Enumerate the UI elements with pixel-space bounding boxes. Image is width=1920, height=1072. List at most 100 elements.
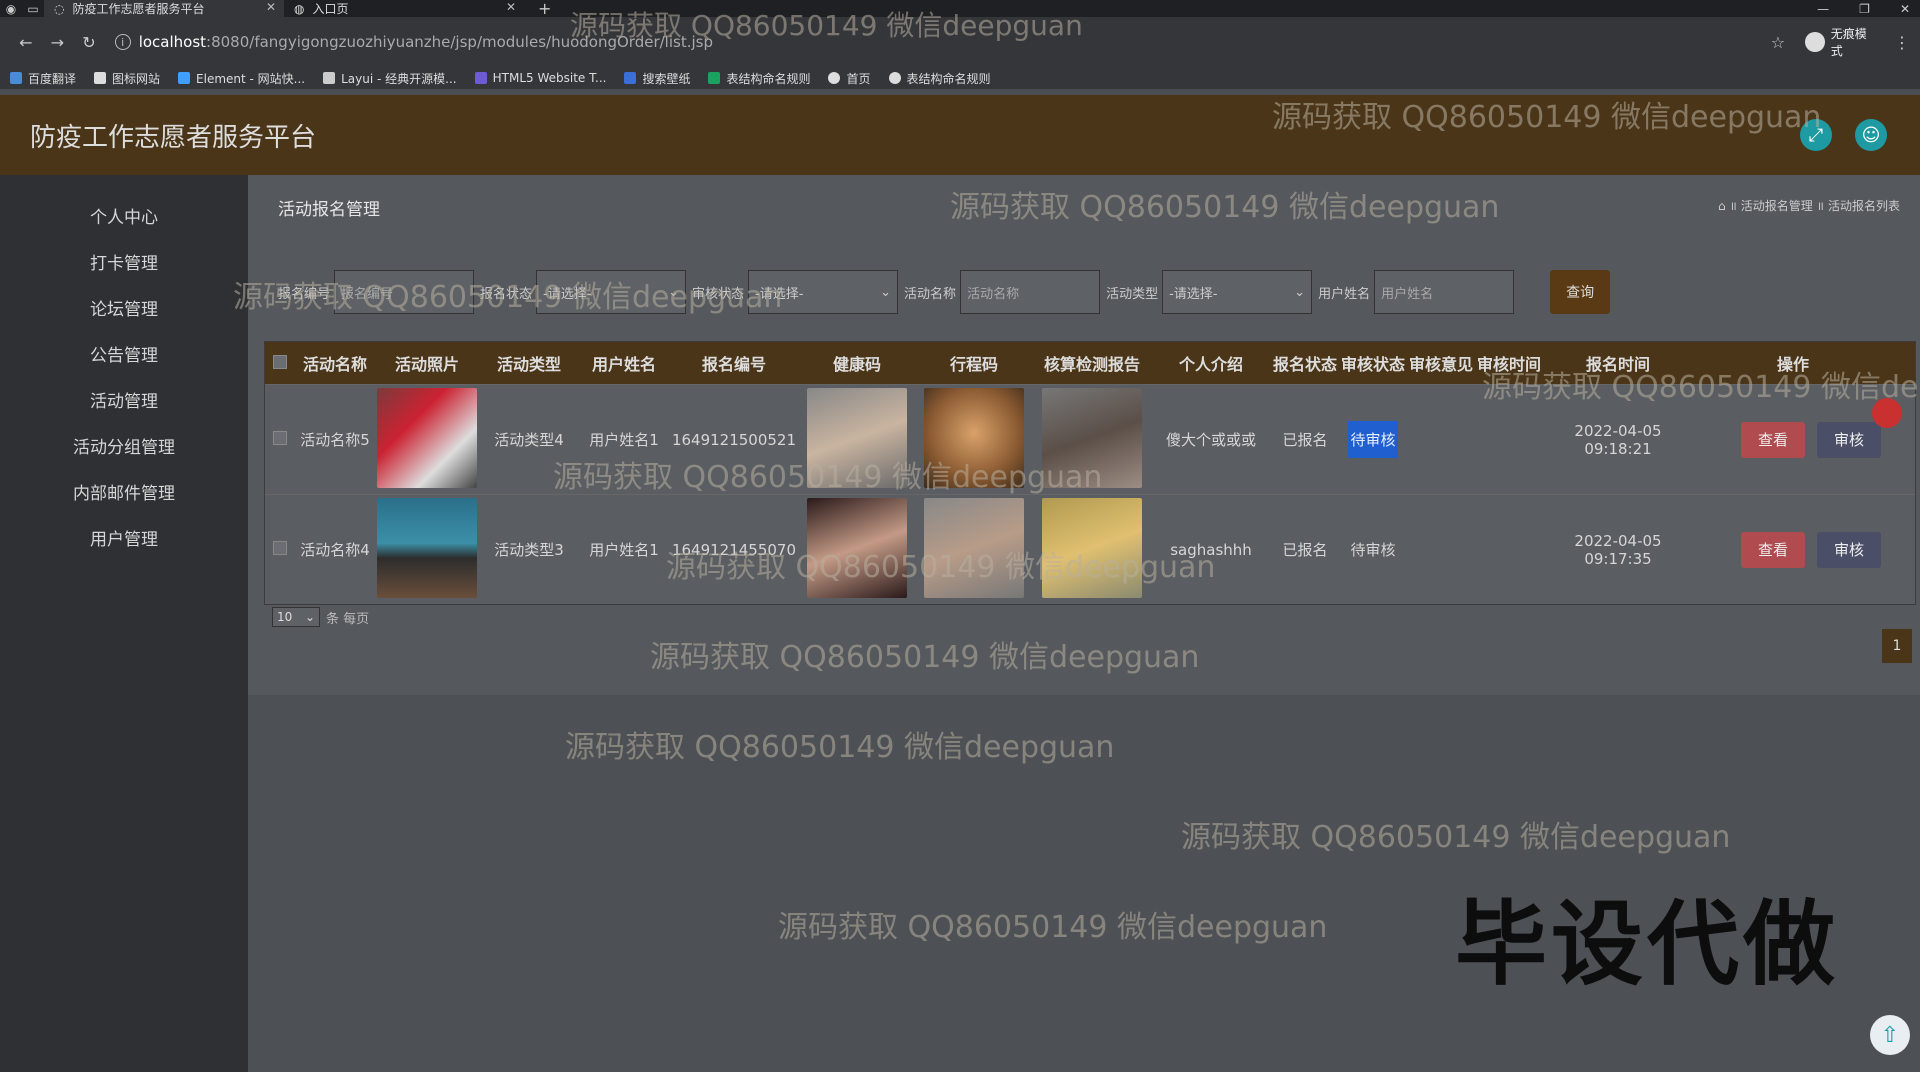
row-checkbox[interactable]	[273, 430, 287, 445]
bookmark-item[interactable]: 表结构命名规则	[708, 70, 810, 87]
sidebar-item-internal-mail[interactable]: 内部邮件管理	[0, 471, 248, 517]
activity-type-select[interactable]: -请选择- ⌄	[1162, 270, 1313, 314]
minimize-icon[interactable]: —	[1817, 2, 1829, 16]
close-tab-icon[interactable]: ✕	[506, 0, 516, 14]
query-button[interactable]: 查询	[1550, 270, 1611, 314]
bookmark-star-icon[interactable]: ☆	[1771, 33, 1785, 52]
page-title: 活动报名管理	[278, 200, 380, 220]
sidebar-item-notice[interactable]: 公告管理	[0, 333, 248, 379]
pagination-size: 10 ⌄ 条 每页	[272, 607, 369, 627]
sidebar-item-activity[interactable]: 活动管理	[0, 379, 248, 425]
sidebar-item-forum[interactable]: 论坛管理	[0, 287, 248, 333]
browser-menu-icon[interactable]: ◉	[0, 0, 22, 17]
bookmark-item[interactable]: Layui - 经典开源模...	[323, 70, 457, 87]
site-info-icon[interactable]: i	[114, 34, 131, 50]
breadcrumb: ⌂ ॥ 活动报名管理 ॥ 活动报名列表	[1717, 197, 1900, 214]
tab-title: 入口页	[312, 2, 349, 16]
translate-icon	[10, 72, 22, 84]
signup-time: 2022-04-05 09:18:21	[1574, 421, 1662, 458]
view-button[interactable]: 查看	[1741, 531, 1805, 568]
user-avatar-icon[interactable]: ☺	[1855, 119, 1887, 151]
url-host: localhost	[138, 33, 207, 51]
signup-time: 2022-04-05 09:17:35	[1574, 531, 1662, 568]
sidebar: 个人中心 打卡管理 论坛管理 公告管理 活动管理 活动分组管理 内部邮件管理 用…	[0, 175, 248, 1072]
activity-type: 活动类型3	[494, 541, 564, 559]
new-tab-icon[interactable]: +	[524, 0, 565, 18]
forward-icon[interactable]: →	[42, 33, 74, 52]
col-order-no: 报名编号	[701, 355, 766, 374]
watermark-text: 源码获取 QQ86050149 微信deepguan	[233, 280, 783, 315]
activity-photo[interactable]	[377, 387, 477, 488]
globe-icon	[888, 72, 901, 84]
wallpaper-icon	[624, 72, 637, 84]
activity-type: 活动类型4	[494, 431, 564, 449]
user-name-input[interactable]: 用户姓名	[1374, 270, 1515, 314]
col-user-name: 用户姓名	[591, 355, 656, 374]
watermark-text: 源码获取 QQ86050149 微信deepguan	[1181, 820, 1731, 855]
promo-text: 毕设代做	[1455, 891, 1840, 998]
watermark-text: 源码获取 QQ86050149 微信deepguan	[553, 460, 1103, 495]
close-window-icon[interactable]: ✕	[1900, 2, 1910, 16]
order-no: 1649121500521	[671, 430, 797, 449]
signup-status: 已报名	[1282, 431, 1328, 449]
sidebar-item-users[interactable]: 用户管理	[0, 517, 248, 563]
bookmark-item[interactable]: 百度翻译	[10, 70, 76, 87]
incognito-icon	[1805, 32, 1825, 52]
bookmark-item[interactable]: HTML5 Website T...	[474, 71, 606, 85]
page-size-select[interactable]: 10 ⌄	[272, 607, 320, 627]
col-audit-status: 审核状态	[1340, 355, 1405, 374]
back-icon[interactable]: ←	[10, 33, 42, 52]
watermark-text: 源码获取 QQ86050149 微信deepguan	[950, 190, 1500, 225]
browser-tab-active[interactable]: ◌ 防疫工作志愿者服务平台 ✕	[44, 0, 284, 17]
bookmark-item[interactable]: 图标网站	[94, 70, 160, 87]
col-test-report: 核算检测报告	[1043, 355, 1140, 374]
reload-icon[interactable]: ↻	[73, 33, 105, 52]
view-button[interactable]: 查看	[1741, 421, 1805, 458]
audit-button[interactable]: 审核	[1817, 531, 1881, 568]
breadcrumb-item[interactable]: 活动报名管理	[1741, 197, 1813, 214]
browser-tab[interactable]: ◍ 入口页 ✕	[284, 0, 524, 17]
scroll-to-top-icon[interactable]: ⇧	[1870, 1015, 1910, 1055]
home-icon[interactable]: ⌂	[1718, 199, 1726, 213]
sidebar-item-personal-center[interactable]: 个人中心	[0, 195, 248, 241]
sidebar-item-activity-group[interactable]: 活动分组管理	[0, 425, 248, 471]
bookmark-item[interactable]: 搜索壁纸	[624, 70, 690, 87]
user-name: 用户姓名1	[589, 431, 659, 449]
audit-status: 待审核	[1350, 541, 1396, 559]
watermark-text: 源码获取 QQ86050149 微信deepguan	[1272, 100, 1822, 135]
page-number-button[interactable]: 1	[1882, 629, 1912, 663]
col-trip-code: 行程码	[949, 355, 998, 374]
select-all-checkbox[interactable]	[273, 354, 287, 369]
tab-favicon-icon: ◌	[54, 1, 65, 16]
chevron-down-icon: ⌄	[880, 284, 892, 300]
bookmarks-bar: 百度翻译 图标网站 Element - 网站快... Layui - 经典开源模…	[0, 67, 1920, 89]
more-menu-icon[interactable]: ⋮	[1894, 33, 1910, 52]
watermark-text: 源码获取 QQ86050149 微信deepguan	[666, 550, 1216, 585]
tab-search-icon[interactable]: ▭	[22, 0, 44, 17]
signup-status: 已报名	[1282, 541, 1328, 559]
html5-icon	[474, 72, 487, 84]
user-name: 用户姓名1	[589, 541, 659, 559]
layui-icon	[323, 72, 336, 84]
activity-name-input[interactable]: 活动名称	[960, 270, 1101, 314]
audit-button[interactable]: 审核	[1817, 421, 1881, 458]
profile-label: 无痕模式	[1830, 27, 1867, 58]
activity-photo[interactable]	[377, 497, 477, 598]
col-signup-status: 报名状态	[1272, 355, 1337, 374]
watermark-text: 源码获取 QQ86050149 微信deepguan	[1482, 370, 1920, 405]
sidebar-item-checkin[interactable]: 打卡管理	[0, 241, 248, 287]
col-activity-photo: 活动照片	[394, 355, 459, 374]
row-checkbox[interactable]	[273, 540, 287, 555]
col-audit-opinion: 审核意见	[1408, 355, 1473, 374]
activity-name: 活动名称4	[300, 541, 370, 559]
close-tab-icon[interactable]: ✕	[266, 0, 276, 14]
intro: 傻大个或或或	[1165, 431, 1256, 449]
bookmark-item[interactable]: 首页	[828, 70, 871, 87]
profile-button[interactable]: 无痕模式	[1805, 25, 1878, 59]
activity-type-label: 活动类型	[1106, 286, 1159, 302]
restore-icon[interactable]: ❐	[1859, 2, 1870, 16]
bookmark-item[interactable]: 表结构命名规则	[888, 70, 991, 87]
globe-icon	[828, 72, 841, 84]
bookmark-item[interactable]: Element - 网站快...	[178, 70, 305, 87]
watermark-text: 源码获取 QQ86050149 微信deepguan	[778, 910, 1328, 945]
